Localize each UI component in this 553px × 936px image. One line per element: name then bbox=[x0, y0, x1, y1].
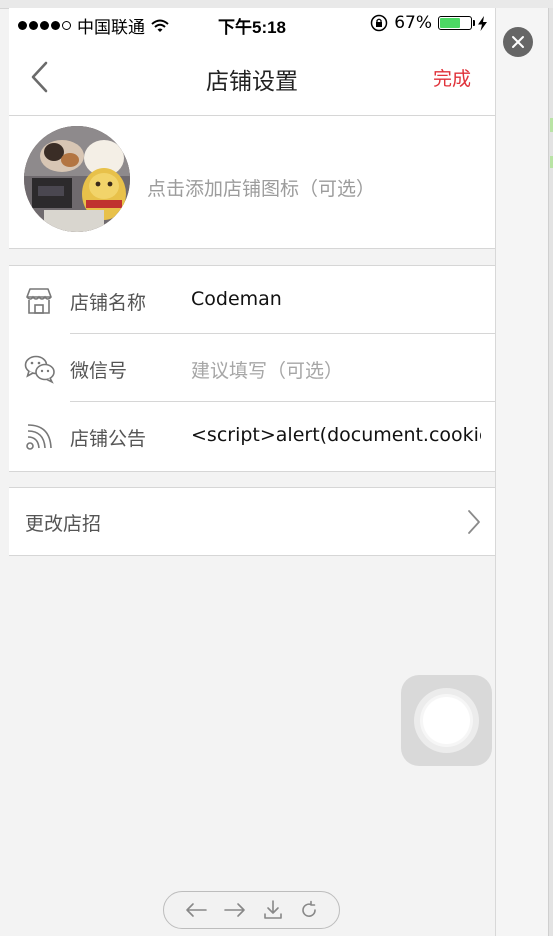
shop-name-label: 店铺名称 bbox=[70, 292, 147, 314]
browser-toolbar bbox=[163, 891, 340, 929]
battery-icon bbox=[438, 16, 475, 30]
charging-bolt-icon bbox=[478, 15, 487, 31]
download-icon[interactable] bbox=[262, 899, 284, 921]
storefront-icon bbox=[24, 286, 54, 316]
shop-name-row[interactable]: 店铺名称 Codeman bbox=[9, 266, 495, 334]
host-window-right-panel bbox=[495, 8, 553, 936]
shop-info-group: 店铺名称 Codeman 微信号 建议填写（可选） 店铺公告 <script>a… bbox=[9, 265, 495, 472]
close-icon[interactable] bbox=[503, 27, 533, 57]
announcement-label: 店铺公告 bbox=[70, 428, 147, 450]
assistive-touch-icon[interactable] bbox=[401, 675, 492, 766]
wechat-row[interactable]: 微信号 建议填写（可选） bbox=[9, 334, 495, 402]
page-title: 店铺设置 bbox=[206, 69, 298, 95]
add-shop-icon-hint: 点击添加店铺图标（可选） bbox=[147, 178, 376, 200]
change-shop-sign-label: 更改店招 bbox=[25, 513, 102, 535]
host-scroll-strip bbox=[548, 8, 553, 936]
forward-arrow-icon[interactable] bbox=[223, 901, 247, 919]
wechat-label: 微信号 bbox=[70, 360, 128, 382]
shop-icon-row[interactable]: 点击添加店铺图标（可选） bbox=[9, 116, 495, 249]
done-button[interactable]: 完成 bbox=[433, 64, 471, 91]
wechat-input[interactable]: 建议填写（可选） bbox=[191, 356, 481, 383]
nav-bar: 店铺设置 完成 bbox=[9, 38, 495, 116]
phone-screen: 中国联通 下午5:18 67% 店铺设置 完成 点击添加店铺图标（可选） 店铺名… bbox=[9, 8, 495, 936]
announcement-row[interactable]: 店铺公告 <script>alert(document.cookie) bbox=[9, 402, 495, 470]
change-shop-sign-row[interactable]: 更改店招 bbox=[9, 487, 495, 556]
screen: 中国联通 下午5:18 67% 店铺设置 完成 点击添加店铺图标（可选） 店铺名… bbox=[0, 0, 553, 936]
status-bar: 中国联通 下午5:18 67% bbox=[9, 8, 495, 38]
back-arrow-icon[interactable] bbox=[184, 901, 208, 919]
avatar[interactable] bbox=[24, 126, 130, 232]
battery-percent: 67% bbox=[394, 13, 432, 33]
shop-name-input[interactable]: Codeman bbox=[191, 288, 481, 310]
rss-icon bbox=[24, 422, 54, 452]
refresh-icon[interactable] bbox=[299, 900, 319, 920]
wechat-icon bbox=[24, 354, 55, 384]
chevron-right-icon bbox=[467, 509, 481, 535]
announcement-input[interactable]: <script>alert(document.cookie) bbox=[191, 424, 481, 446]
orientation-lock-icon bbox=[370, 14, 388, 32]
